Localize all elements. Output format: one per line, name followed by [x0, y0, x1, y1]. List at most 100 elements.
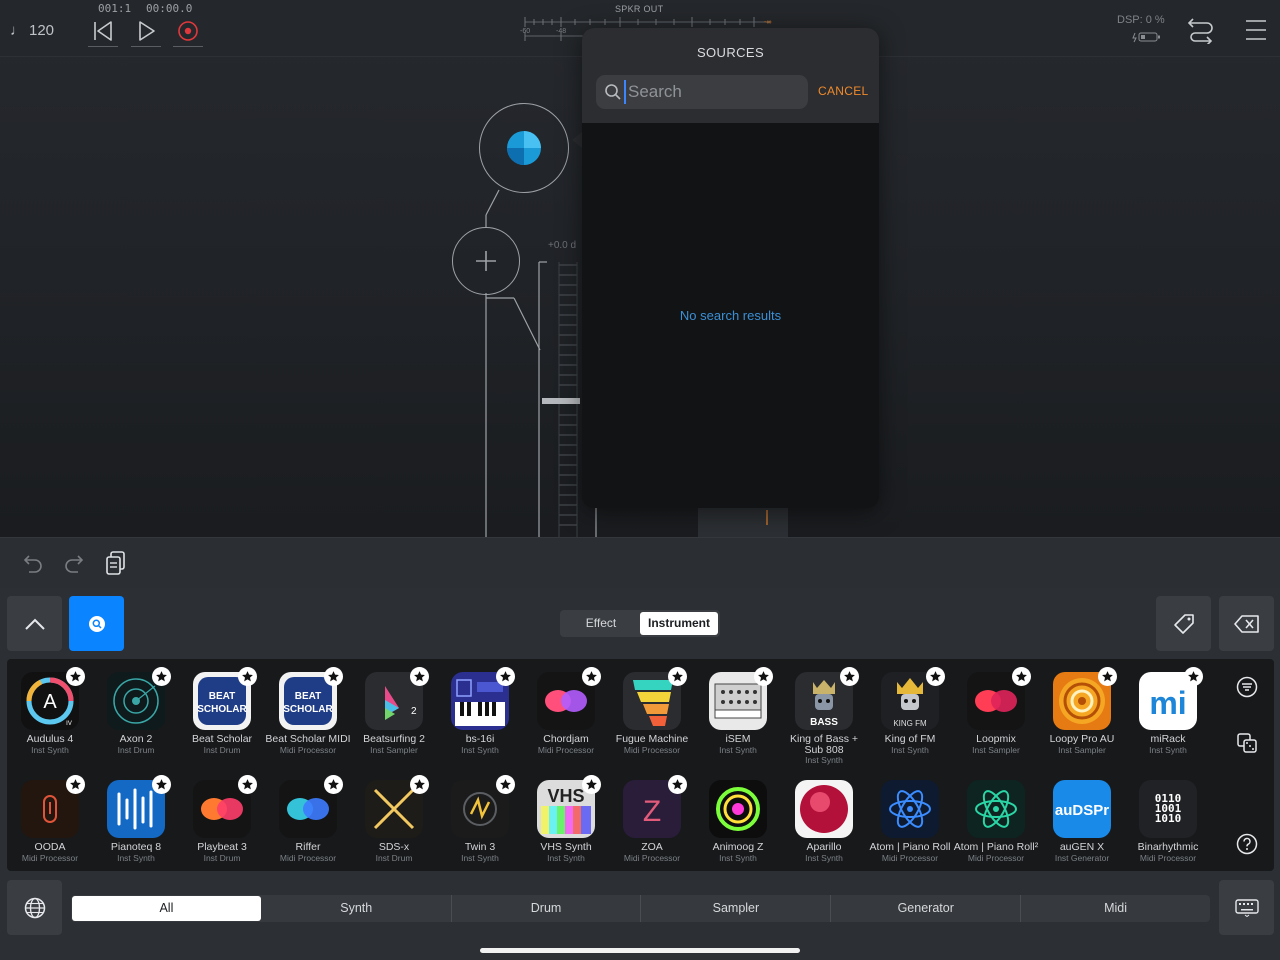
- chevron-up-icon: [24, 618, 45, 630]
- search-icon: [88, 615, 105, 632]
- graph-canvas: ♩ 120 001:1 00:00.0 SPKR OUT -60 -48 -∞ …: [0, 0, 1280, 537]
- animoog-icon: [709, 780, 767, 838]
- plugin-loopy-pro-au[interactable]: Loopy Pro AU Inst Sampler: [1039, 672, 1125, 755]
- plugin-binarhythmic[interactable]: 0110 1001 1010 Binarhythmic Midi Processor: [1125, 780, 1211, 863]
- chordjam-icon: [537, 672, 595, 730]
- plugin-king-of-fm[interactable]: KING FM King of FM Inst Synth: [867, 672, 953, 755]
- audulus-icon: A IV: [21, 672, 79, 730]
- plugin-audulus-4[interactable]: A IV Audulus 4 Inst Synth: [7, 672, 93, 755]
- plugin-name: King of FM: [884, 733, 936, 745]
- dice-icon[interactable]: [1236, 732, 1258, 754]
- king-of-bass-icon: BASS: [795, 672, 853, 730]
- plugin-isem[interactable]: iSEM Inst Synth: [695, 672, 781, 755]
- category-generator[interactable]: Generator: [830, 895, 1020, 922]
- bs16i-icon: [451, 672, 509, 730]
- plugin-vhs-synth[interactable]: VHS VHS Synth Inst Synth: [523, 780, 609, 863]
- add-node-button[interactable]: [452, 227, 520, 295]
- plugin-name: King of Bass + Sub 808: [790, 733, 858, 756]
- search-field[interactable]: [596, 75, 808, 109]
- globe-button[interactable]: [7, 880, 62, 935]
- vhs-icon-label: VHS: [547, 786, 584, 806]
- plugin-loopmix[interactable]: Loopmix Inst Sampler: [953, 672, 1039, 755]
- plugin-augen-x[interactable]: auDSPr auGEN X Inst Generator: [1039, 780, 1125, 863]
- redo-icon[interactable]: [63, 552, 85, 574]
- list-filter-icon[interactable]: [1236, 676, 1258, 698]
- search-icon: [605, 84, 621, 100]
- plugin-riffer[interactable]: Riffer Midi Processor: [265, 780, 351, 863]
- plugin-name: miRack: [1150, 733, 1186, 745]
- plugin-pianoteq-8[interactable]: Pianoteq 8 Inst Synth: [93, 780, 179, 863]
- plugin-beat-scholar-midi[interactable]: BEAT SCHOLAR Beat Scholar MIDI Midi Proce…: [265, 672, 351, 755]
- keyboard-button[interactable]: [1219, 880, 1274, 935]
- loopy-pro-icon: [1053, 672, 1111, 730]
- plugin-zoa[interactable]: Z ZOA Midi Processor: [609, 780, 695, 863]
- plugin-beatsurfing-2[interactable]: 2 Beatsurfing 2 Inst Sampler: [351, 672, 437, 755]
- plugin-aparillo[interactable]: Aparillo Inst Synth: [781, 780, 867, 863]
- plugin-animoog-z[interactable]: Animoog Z Inst Synth: [695, 780, 781, 863]
- plugin-kind: Inst Synth: [461, 852, 499, 863]
- beatsurfing-icon: 2: [365, 672, 423, 730]
- plugin-name: VHS Synth: [540, 841, 592, 853]
- category-drum[interactable]: Drum: [450, 895, 641, 922]
- plugin-king-of-bass[interactable]: BASS King of Bass + Sub 808 Inst Synth: [781, 672, 867, 765]
- category-synth[interactable]: Synth: [262, 895, 451, 922]
- help-icon[interactable]: [1236, 833, 1258, 855]
- plugin-name: Playbeat 3: [197, 841, 247, 853]
- search-button[interactable]: [69, 596, 124, 651]
- category-sampler[interactable]: Sampler: [640, 895, 830, 922]
- plugin-name: Beatsurfing 2: [363, 733, 425, 745]
- search-input[interactable]: [624, 80, 804, 104]
- beat-scholar-icon: BEAT SCHOLAR: [193, 672, 251, 730]
- backspace-icon: [1233, 614, 1259, 633]
- plugin-name: Animoog Z: [712, 841, 764, 853]
- category-filter: All Synth Drum Sampler Generator Midi: [71, 895, 1210, 922]
- atom2-icon: [967, 780, 1025, 838]
- plugin-playbeat-3[interactable]: Playbeat 3 Inst Drum: [179, 780, 265, 863]
- plugin-atom-piano-roll-2[interactable]: Atom | Piano Roll² Midi Processor: [953, 780, 1039, 863]
- plugin-axon-2[interactable]: Axon 2 Inst Drum: [93, 672, 179, 755]
- plugin-kind: Inst Synth: [805, 755, 843, 765]
- plugin-kind: Inst Synth: [31, 744, 69, 755]
- plugin-name: Twin 3: [464, 841, 496, 853]
- svg-text:SCHOLAR: SCHOLAR: [283, 704, 333, 715]
- undo-icon[interactable]: [22, 552, 44, 574]
- plugin-kind: Midi Processor: [967, 852, 1025, 863]
- category-all[interactable]: All: [72, 896, 261, 921]
- plugin-fugue-machine[interactable]: Fugue Machine Midi Processor: [609, 672, 695, 755]
- plugin-bs-16i[interactable]: bs-16i Inst Synth: [437, 672, 523, 755]
- plugin-kind: Inst Generator: [1054, 852, 1110, 863]
- fader-handle: [542, 398, 580, 404]
- plugin-kind: Inst Synth: [891, 744, 929, 755]
- plugin-ooda[interactable]: OODA Midi Processor: [7, 780, 93, 863]
- aparillo-icon: [795, 780, 853, 838]
- fugue-machine-icon: [623, 672, 681, 730]
- plugin-kind: Midi Processor: [623, 852, 681, 863]
- plugin-kind: Inst Drum: [375, 852, 413, 863]
- cancel-button[interactable]: CANCEL: [818, 84, 868, 98]
- plugin-beat-scholar[interactable]: BEAT SCHOLAR Beat Scholar Inst Drum: [179, 672, 265, 755]
- tags-button[interactable]: [1156, 596, 1211, 651]
- category-midi[interactable]: Midi: [1020, 895, 1210, 922]
- svg-text:BEAT: BEAT: [295, 691, 321, 702]
- plugin-name: ZOA: [641, 841, 663, 853]
- plugin-mirack[interactable]: mi miRack Inst Synth: [1125, 672, 1211, 755]
- playbeat-icon: [193, 780, 251, 838]
- plugin-twin-3[interactable]: Twin 3 Inst Synth: [437, 780, 523, 863]
- collapse-button[interactable]: [7, 596, 62, 651]
- ooda-icon: [21, 780, 79, 838]
- plugin-sds-x[interactable]: SDS-x Inst Drum: [351, 780, 437, 863]
- tab-instrument[interactable]: Instrument: [640, 612, 718, 635]
- delete-button[interactable]: [1219, 596, 1274, 651]
- plugin-chordjam[interactable]: Chordjam Midi Processor: [523, 672, 609, 755]
- instrument-node[interactable]: [479, 103, 569, 193]
- mirack-icon-label: mi: [1149, 685, 1186, 721]
- plugin-name: OODA: [34, 841, 66, 853]
- keyboard-icon: [1234, 898, 1259, 917]
- plugin-name: Chordjam: [543, 733, 589, 745]
- plugin-atom-piano-roll[interactable]: Atom | Piano Roll Midi Processor: [867, 780, 953, 863]
- tab-effect[interactable]: Effect: [562, 612, 640, 635]
- clipboard-icon[interactable]: [105, 550, 127, 576]
- plugin-name: Pianoteq 8: [110, 841, 162, 853]
- plugin-kind: Inst Synth: [719, 744, 757, 755]
- sources-header: SOURCES CANCEL: [582, 28, 879, 123]
